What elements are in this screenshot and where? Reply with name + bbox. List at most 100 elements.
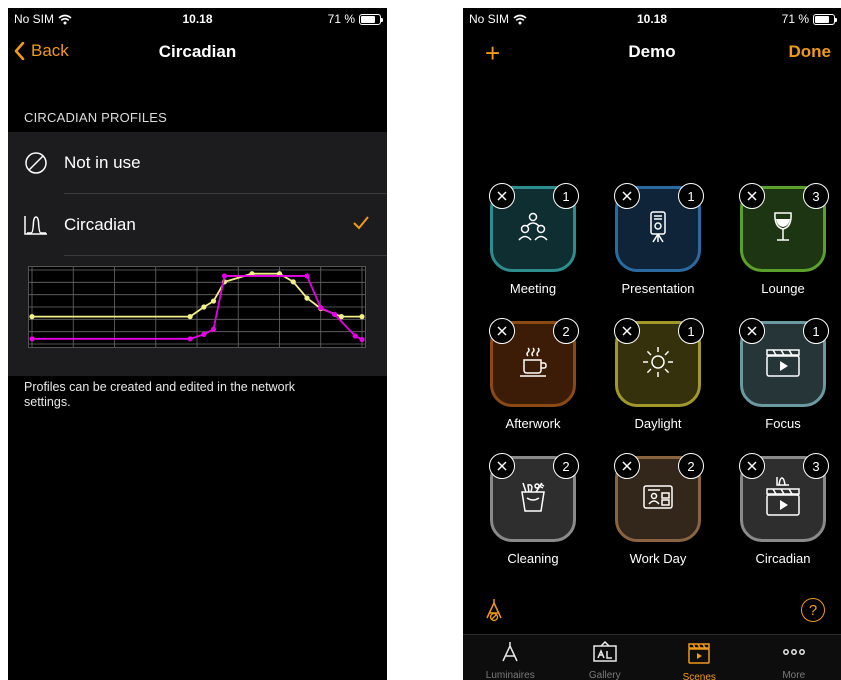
series-point-0 [29, 314, 35, 320]
remove-scene-button[interactable] [489, 183, 515, 209]
remove-scene-button[interactable] [489, 318, 515, 344]
scene-count-badge: 2 [553, 453, 579, 479]
circadian-profile-list: Not in use Circadian [8, 132, 387, 376]
page-title: Demo [628, 42, 676, 61]
tab-label: Scenes [682, 672, 716, 680]
scene-count-badge: 3 [803, 453, 829, 479]
series-point-1 [201, 331, 207, 337]
page-title: Circadian [158, 42, 237, 61]
footer-note: Profiles can be created and edited in th… [24, 380, 296, 409]
scene-tile[interactable]: 3 [739, 453, 829, 542]
scene-label: Focus [765, 416, 801, 431]
scene-daylight: 1 Daylight [612, 318, 704, 431]
scene-tile[interactable]: 2 [489, 453, 579, 542]
tab-luminaires[interactable]: Luminaires [463, 635, 558, 680]
tab-gallery[interactable]: Gallery [558, 635, 653, 680]
scene-tile[interactable]: 3 [739, 183, 829, 272]
series-point-1 [221, 273, 228, 279]
scene-label: Presentation [621, 281, 695, 296]
series-point-1 [331, 311, 338, 317]
status-bar: No SIM 10.18 71 % [8, 8, 387, 30]
scene-cleaning: 2 Cleaning [487, 453, 579, 566]
battery-status: 71 % [782, 12, 837, 26]
series-point-0 [201, 304, 207, 310]
luminaire-off-button[interactable] [483, 598, 505, 627]
wine-glass-icon [765, 209, 801, 250]
battery-icon [359, 13, 383, 25]
scene-label: Meeting [509, 281, 557, 296]
done-button[interactable]: Done [789, 42, 832, 62]
scene-count-badge: 2 [553, 318, 579, 344]
scene-tile[interactable]: 1 [489, 183, 579, 272]
prohibited-icon [25, 151, 47, 174]
series-point-0 [187, 314, 193, 320]
remove-scene-button[interactable] [614, 183, 640, 209]
scene-count-badge: 1 [678, 183, 704, 209]
luminaire-icon [499, 641, 521, 668]
coffee-cup-icon [515, 344, 551, 385]
tab-bar: Luminaires Gallery Scenes More [463, 634, 841, 680]
close-icon [747, 461, 757, 471]
bottom-toolbar: ? [463, 594, 841, 630]
close-icon [622, 326, 632, 336]
scene-label: Work Day [629, 551, 687, 566]
battery-status: 71 % [327, 12, 383, 26]
remove-scene-button[interactable] [739, 183, 765, 209]
scene-label: Cleaning [507, 551, 559, 566]
remove-scene-button[interactable] [739, 453, 765, 479]
scene-count-badge: 2 [678, 453, 704, 479]
circadian-clapperboard-icon [763, 475, 803, 524]
scene-tile[interactable]: 2 [614, 453, 704, 542]
presentation-board-icon [640, 209, 676, 250]
scenes-icon [686, 641, 712, 670]
circadian-chart [29, 267, 365, 347]
remove-scene-button[interactable] [489, 453, 515, 479]
scene-label: Afterwork [505, 416, 561, 431]
series-point-1 [29, 336, 35, 342]
scene-label: Lounge [761, 281, 805, 296]
close-icon [497, 461, 507, 471]
status-bar: No SIM 10.18 71 % [463, 8, 841, 30]
tab-label: More [782, 670, 806, 680]
clapperboard-icon [763, 344, 803, 385]
profile-label: Not in use [64, 152, 141, 172]
id-card-icon [640, 479, 676, 520]
scenes-screen: No SIM 10.18 71 % + Demo Done 1 Meeting 1 P… [463, 8, 841, 680]
help-button[interactable]: ? [801, 598, 825, 622]
scene-tile[interactable]: 1 [614, 183, 704, 272]
scene-work-day: 2 Work Day [612, 453, 704, 566]
close-icon [747, 191, 757, 201]
circadian-curve-icon [24, 215, 47, 235]
remove-scene-button[interactable] [739, 318, 765, 344]
tab-label: Gallery [588, 670, 621, 680]
scene-tile[interactable]: 1 [739, 318, 829, 407]
navigation-bar: + Demo Done [463, 36, 841, 72]
series-point-1 [318, 305, 324, 311]
profile-row-circadian[interactable]: Circadian [8, 194, 387, 255]
tab-more[interactable]: More [747, 635, 841, 680]
tab-scenes[interactable]: Scenes [652, 635, 747, 680]
series-point-1 [187, 336, 193, 342]
remove-scene-button[interactable] [614, 318, 640, 344]
meeting-people-icon [515, 209, 551, 250]
scene-tile[interactable]: 1 [614, 318, 704, 407]
scene-label: Circadian [755, 551, 811, 566]
scene-lounge: 3 Lounge [737, 183, 829, 296]
series-point-1 [304, 273, 310, 279]
scene-tile[interactable]: 2 [489, 318, 579, 407]
scene-afterwork: 2 Afterwork [487, 318, 579, 431]
checkmark-icon [353, 213, 369, 236]
remove-scene-button[interactable] [614, 453, 640, 479]
close-icon [622, 461, 632, 471]
series-point-0 [359, 314, 365, 320]
scene-focus: 1 Focus [737, 318, 829, 431]
battery-icon [813, 13, 837, 25]
battery-percent: 71 % [327, 12, 355, 26]
series-point-1 [359, 336, 365, 343]
section-header: CIRCADIAN PROFILES [24, 110, 168, 125]
gallery-icon [592, 640, 618, 668]
series-point-0 [290, 279, 296, 285]
profile-row-not-in-use[interactable]: Not in use [8, 132, 387, 193]
series-point-0 [304, 295, 310, 301]
scene-presentation: 1 Presentation [612, 183, 704, 296]
